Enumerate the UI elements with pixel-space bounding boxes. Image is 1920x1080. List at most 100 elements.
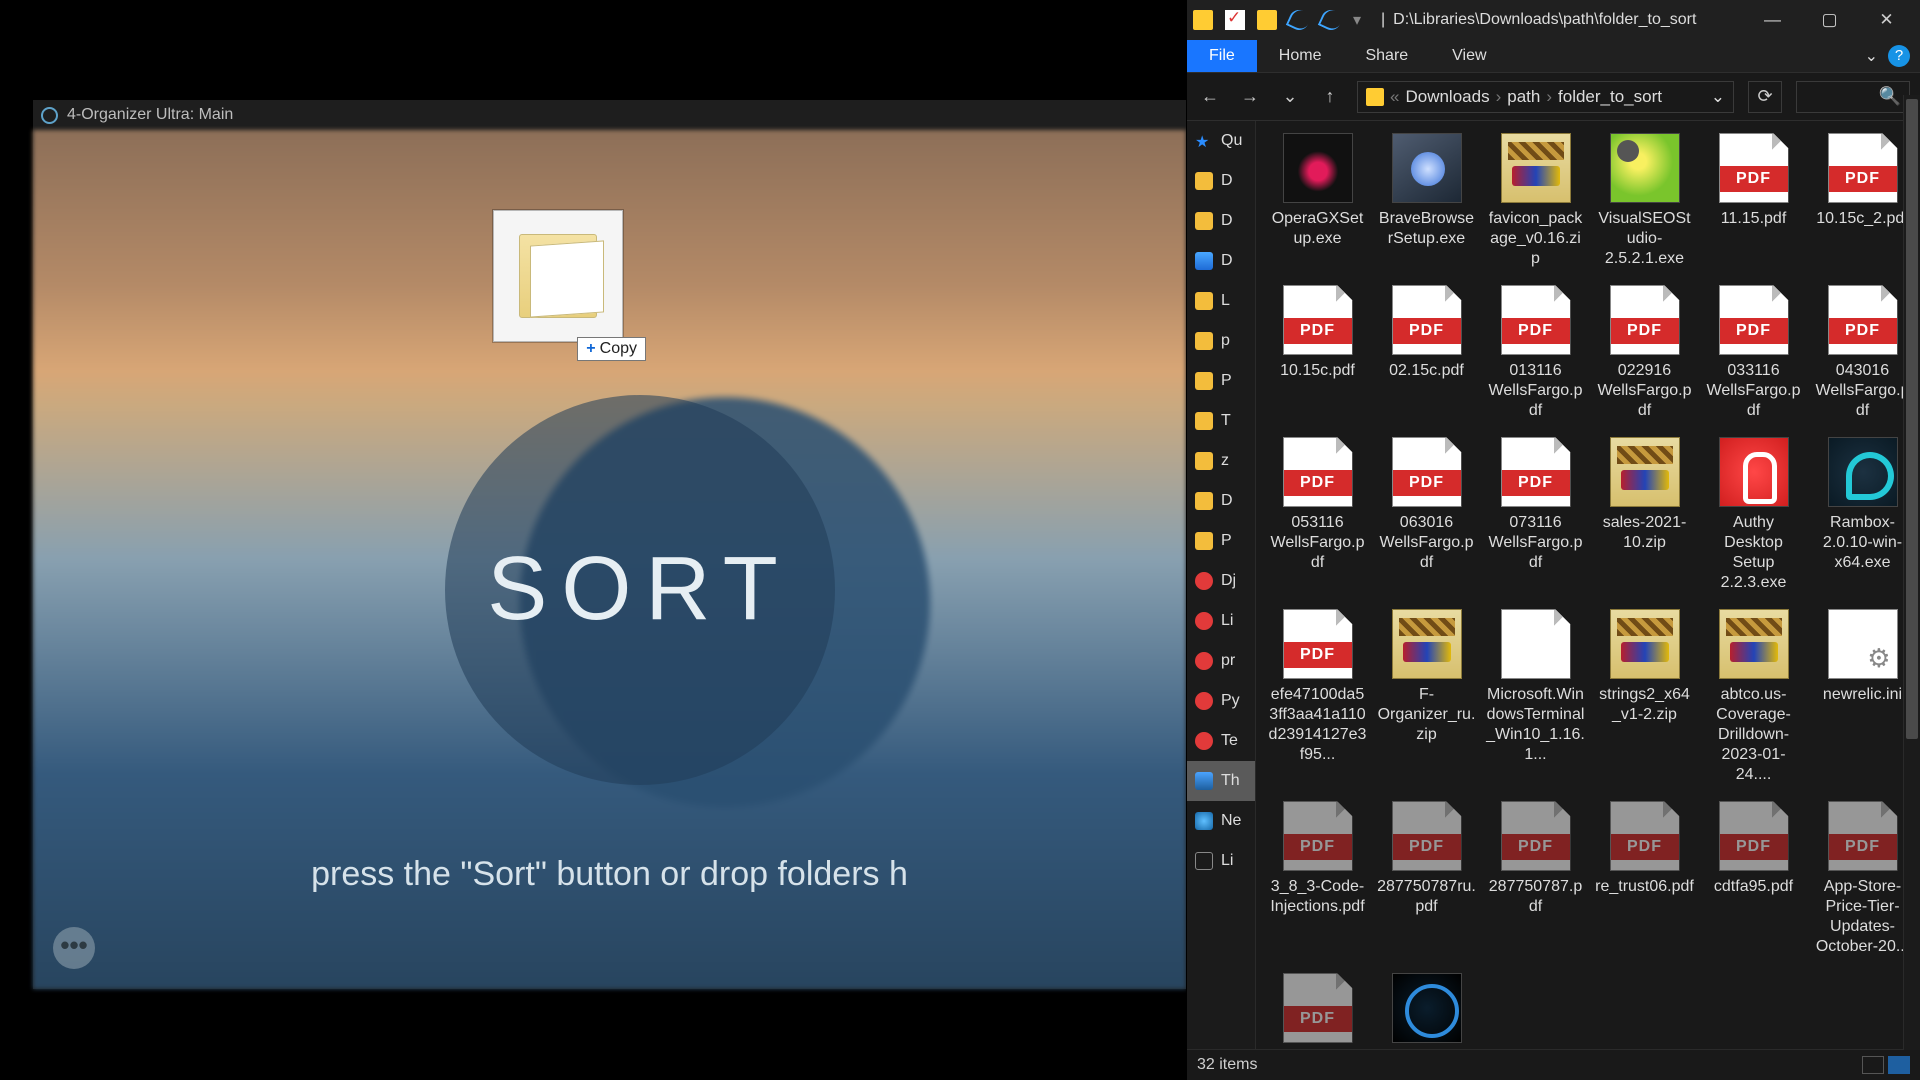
crumb-downloads[interactable]: Downloads [1405,87,1489,107]
exe-icon [1610,133,1680,203]
file-item[interactable]: PDF022916 WellsFargo.pdf [1595,285,1694,421]
explorer-ribbon: File Home Share View ⌄ ? [1187,40,1920,73]
ribbon-tab-view[interactable]: View [1430,40,1508,72]
file-item[interactable]: PDFApp-Store-Price-Tier-Updates-October-… [1268,973,1367,1049]
tree-item[interactable]: Li [1187,841,1255,881]
organizer-titlebar[interactable]: 4-Organizer Ultra: Main [33,100,1186,130]
file-item[interactable]: PDFre_trust06.pdf [1595,801,1694,957]
pdf-icon: PDF [1828,801,1898,871]
nav-tree[interactable]: ★QuDDDLpPTzDPDjLiprPyTeThNeLi [1187,121,1256,1049]
pdf-badge: PDF [1284,1006,1352,1032]
tree-item[interactable]: Ne [1187,801,1255,841]
scrollbar-thumb[interactable] [1906,99,1918,739]
qat-dropdown-icon[interactable]: ▾ [1353,10,1373,30]
file-item[interactable]: OperaGXSetup.exe [1268,133,1367,269]
file-item[interactable]: F-Organizer_ru.zip [1377,609,1476,785]
close-button[interactable]: ✕ [1859,10,1914,30]
file-item[interactable]: BraveBrowserSetup.exe [1377,133,1476,269]
nav-recent-button[interactable]: ⌄ [1277,86,1303,107]
file-item[interactable]: PDF043016 WellsFargo.pdf [1813,285,1912,421]
ribbon-tab-file[interactable]: File [1187,40,1257,72]
file-item[interactable]: Authy Desktop Setup 2.2.3.exe [1704,437,1803,593]
file-item[interactable]: PDF287750787.pdf [1486,801,1585,957]
nav-up-button[interactable]: ↑ [1317,86,1343,107]
file-item[interactable]: strings2_x64_v1-2.zip [1595,609,1694,785]
tree-item[interactable]: D [1187,481,1255,521]
menu-button[interactable]: ••• [53,927,95,969]
organizer-drop-zone[interactable]: SORT press the "Sort" button or drop fol… [33,130,1186,989]
file-item[interactable]: VisualSEOStudio-2.5.2.1.exe [1595,133,1694,269]
address-dropdown-icon[interactable]: ⌄ [1711,87,1725,107]
crumb-folder[interactable]: folder_to_sort [1558,87,1662,107]
properties-icon[interactable] [1225,10,1245,30]
pdf-icon: PDF [1828,285,1898,355]
file-item[interactable]: PDF287750787ru.pdf [1377,801,1476,957]
drag-ghost-folder[interactable]: +Copy [493,210,623,342]
help-icon[interactable]: ? [1888,45,1910,67]
file-item[interactable]: PDF3_8_3-Code-Injections.pdf [1268,801,1367,957]
tree-item[interactable]: D [1187,201,1255,241]
tree-item[interactable]: D [1187,241,1255,281]
folder-icon[interactable] [1193,10,1213,30]
file-item[interactable]: PDF02.15c.pdf [1377,285,1476,421]
file-label: abtco.us-Coverage-Drilldown-2023-01-24..… [1704,685,1803,785]
tree-item[interactable]: p [1187,321,1255,361]
explorer-titlebar[interactable]: ▾ | D:\Libraries\Downloads\path\folder_t… [1187,0,1920,40]
tree-item[interactable]: D [1187,161,1255,201]
file-item[interactable]: abtco.us-Coverage-Drilldown-2023-01-24..… [1704,609,1803,785]
file-item[interactable]: Rambox-2.0.10-win-x64.exe [1813,437,1912,593]
tree-item[interactable]: Dj [1187,561,1255,601]
tree-item[interactable]: Th [1187,761,1255,801]
nav-forward-button[interactable]: → [1237,86,1263,107]
file-item[interactable]: PDF10.15c.pdf [1268,285,1367,421]
tree-item[interactable]: T [1187,401,1255,441]
tree-item[interactable]: P [1187,521,1255,561]
tree-item[interactable]: pr [1187,641,1255,681]
file-item[interactable]: PDFefe47100da53ff3aa41a110d23914127e3f95… [1268,609,1367,785]
redo-icon[interactable] [1318,7,1345,34]
pdf-badge: PDF [1829,166,1897,192]
tree-item[interactable]: Te [1187,721,1255,761]
view-details-button[interactable] [1862,1056,1884,1074]
organizer-window: 4-Organizer Ultra: Main SORT press the "… [32,99,1187,990]
zip-icon [1610,609,1680,679]
scrollbar[interactable] [1903,95,1920,1050]
tree-item[interactable]: Li [1187,601,1255,641]
nav-back-button[interactable]: ← [1197,86,1223,107]
minimize-button[interactable]: — [1745,10,1800,30]
copy-label: Copy [600,340,637,357]
undo-icon[interactable] [1286,7,1313,34]
file-pane[interactable]: OperaGXSetup.exeBraveBrowserSetup.exefav… [1256,121,1920,1049]
tree-item[interactable]: Py [1187,681,1255,721]
ribbon-expand-icon[interactable]: ⌄ [1865,46,1878,66]
file-item[interactable]: PDF053116 WellsFargo.pdf [1268,437,1367,593]
new-folder-icon[interactable] [1257,10,1277,30]
file-item[interactable]: PDF013116 WellsFargo.pdf [1486,285,1585,421]
file-item[interactable]: Microsoft.WindowsTerminal_Win10_1.16.1..… [1486,609,1585,785]
search-input[interactable]: 🔍 [1796,81,1910,113]
crumb-path[interactable]: path [1507,87,1540,107]
file-item[interactable]: newrelic.ini [1813,609,1912,785]
ribbon-tab-share[interactable]: Share [1343,40,1430,72]
tree-item[interactable]: L [1187,281,1255,321]
file-item[interactable]: PDFcdtfa95.pdf [1704,801,1803,957]
file-item[interactable]: sales-2021-10.zip [1595,437,1694,593]
file-item[interactable]: PDF033116 WellsFargo.pdf [1704,285,1803,421]
ribbon-tab-home[interactable]: Home [1257,40,1344,72]
tree-item[interactable]: P [1187,361,1255,401]
file-item[interactable]: PDF11.15.pdf [1704,133,1803,269]
maximize-button[interactable]: ▢ [1802,10,1857,30]
file-item[interactable]: PDF063016 WellsFargo.pdf [1377,437,1476,593]
file-item[interactable]: PDFApp-Store-Price-Tier-Updates-October-… [1813,801,1912,957]
file-item[interactable]: 4-Organizer Ultra Installer.exe [1377,973,1476,1049]
file-item[interactable]: favicon_package_v0.16.zip [1486,133,1585,269]
view-large-icons-button[interactable] [1888,1056,1910,1074]
tree-item[interactable]: z [1187,441,1255,481]
file-item[interactable]: PDF10.15c_2.pdf [1813,133,1912,269]
tree-item[interactable]: ★Qu [1187,121,1255,161]
file-item[interactable]: PDF073116 WellsFargo.pdf [1486,437,1585,593]
sort-button[interactable]: SORT [445,395,835,785]
address-bar[interactable]: « Downloads › path › folder_to_sort ⌄ [1357,81,1734,113]
tree-item-icon [1195,172,1213,190]
refresh-button[interactable]: ⟳ [1748,81,1782,113]
